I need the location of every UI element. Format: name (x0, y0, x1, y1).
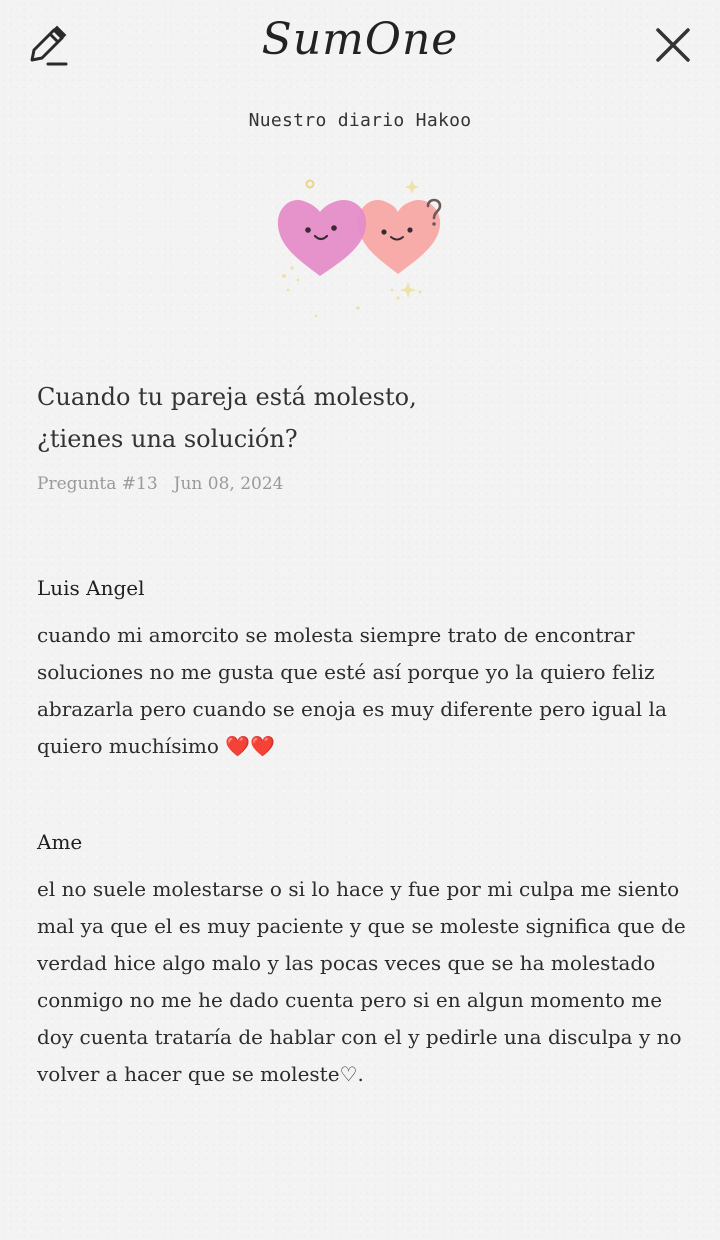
two-hearts-icon (277, 179, 442, 318)
question-number: Pregunta #13 (37, 474, 158, 494)
app-logo: SumOne (261, 14, 459, 65)
close-icon (656, 28, 690, 62)
question-meta: Pregunta #13 Jun 08, 2024 (37, 474, 283, 494)
diary-subtitle: Nuestro diario Hakoo (248, 110, 472, 131)
answer-text: el no suele molestarse o si lo hace y fu… (37, 877, 686, 1086)
question-title: Cuando tu pareja está molesto, ¿tienes u… (37, 376, 677, 460)
answer-text: cuando mi amorcito se molesta siempre tr… (37, 623, 667, 758)
answer-author: Luis Angel (37, 576, 145, 600)
close-button[interactable] (648, 20, 698, 70)
question-line-1: Cuando tu pareja está molesto, (37, 383, 417, 411)
top-bar: SumOne (0, 0, 720, 92)
hearts-illustration (270, 172, 450, 322)
answer-author: Ame (37, 830, 83, 854)
question-line-2: ¿tienes una solución? (37, 425, 298, 453)
question-date: Jun 08, 2024 (173, 474, 284, 494)
